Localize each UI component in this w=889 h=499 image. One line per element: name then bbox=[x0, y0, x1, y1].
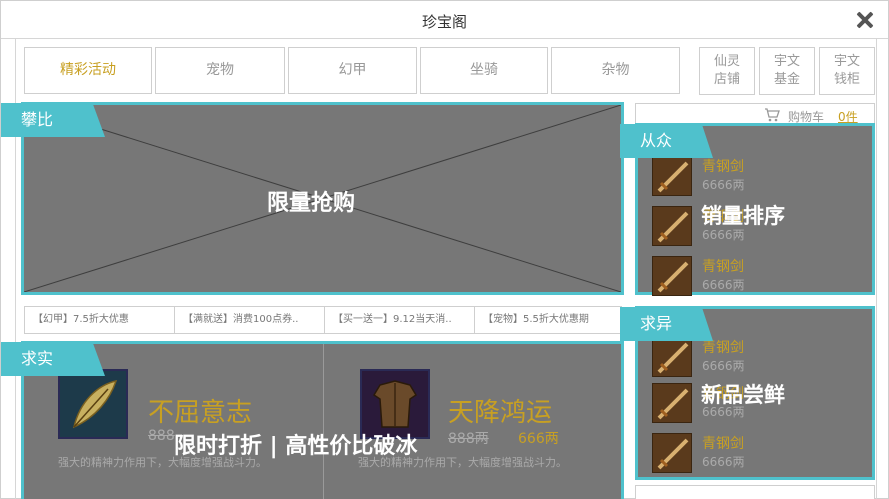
discount-panel: 不屈意志 888 强大的精神力作用下，大幅度增强战斗力。 天降鸿运 888两 6… bbox=[21, 341, 624, 499]
item-name: 青钢剑 bbox=[702, 259, 744, 275]
tab-armor[interactable]: 幻甲 bbox=[288, 47, 417, 94]
button-label-line1: 仙灵 bbox=[713, 54, 740, 69]
tab-pets[interactable]: 宠物 bbox=[155, 47, 285, 94]
item-price: 6666两 bbox=[702, 178, 745, 192]
tab-events[interactable]: 精彩活动 bbox=[24, 47, 152, 94]
sword-icon bbox=[652, 156, 692, 196]
spirit-shop-button[interactable]: 仙灵 店铺 bbox=[699, 47, 755, 95]
button-label-line2: 钱柜 bbox=[833, 72, 860, 87]
button-label-line2: 店铺 bbox=[713, 72, 740, 87]
list-item[interactable]: 青钢剑 6666两 bbox=[650, 335, 870, 379]
window-title: 珍宝阁 bbox=[421, 13, 467, 31]
news-item[interactable]: 【幻甲】7.5折大优惠 bbox=[25, 307, 175, 333]
deal-price: 666两 bbox=[518, 431, 559, 447]
yuwen-fund-button[interactable]: 宇文 基金 bbox=[759, 47, 815, 95]
treasure-pavilion-window: 珍宝阁 精彩活动 宠物 幻甲 坐骑 杂物 仙灵 店铺 宇文 基金 宇文 钱柜 限… bbox=[0, 0, 889, 499]
button-label-line1: 宇文 bbox=[773, 54, 800, 69]
deal-original-price: 888 bbox=[148, 428, 175, 444]
tab-label: 幻甲 bbox=[338, 62, 367, 78]
tab-mounts[interactable]: 坐骑 bbox=[420, 47, 548, 94]
news-item[interactable]: 【宠物】5.5折大优惠期 bbox=[475, 307, 621, 333]
news-strip: 【幻甲】7.5折大优惠 【满就送】消费100点券.. 【买一送一】9.12当天消… bbox=[24, 306, 622, 334]
flash-sale-overlay: 限量抢购 bbox=[267, 191, 356, 216]
list-item[interactable]: 青钢剑 6666两 bbox=[650, 431, 870, 475]
deal-original-price: 888两 bbox=[448, 431, 489, 447]
item-price: 6666两 bbox=[702, 455, 745, 469]
news-item[interactable]: 【满就送】消费100点券.. bbox=[175, 307, 325, 333]
cart-icon bbox=[765, 108, 780, 122]
discount-overlay: 限时打折 | 高性价比破冰 bbox=[174, 434, 418, 459]
item-name: 青钢剑 bbox=[702, 436, 744, 452]
feather-icon bbox=[58, 369, 128, 439]
new-items-ribbon: 求异 bbox=[620, 307, 713, 341]
bestseller-overlay: 销量排序 bbox=[701, 204, 785, 228]
button-label-line2: 基金 bbox=[773, 72, 800, 87]
button-label-line1: 宇文 bbox=[833, 54, 860, 69]
news-item[interactable]: 【买一送一】9.12当天消.. bbox=[325, 307, 475, 333]
close-icon[interactable] bbox=[854, 9, 876, 31]
new-items-overlay: 新品尝鲜 bbox=[701, 383, 785, 407]
item-price: 6666两 bbox=[702, 278, 745, 292]
tab-label: 精彩活动 bbox=[60, 62, 116, 78]
tab-misc[interactable]: 杂物 bbox=[551, 47, 680, 94]
discount-ribbon: 求实 bbox=[1, 342, 105, 376]
sword-icon bbox=[652, 337, 692, 377]
bestseller-ribbon: 从众 bbox=[620, 124, 713, 158]
sword-icon bbox=[652, 383, 692, 423]
list-item[interactable]: 青钢剑 6666两 bbox=[650, 254, 870, 298]
deal-card[interactable]: 天降鸿运 888两 666两 强大的精神力作用下，大幅度增强战斗力。 bbox=[324, 344, 621, 499]
deal-name: 不屈意志 bbox=[148, 398, 253, 428]
flash-sale-panel[interactable]: 限量抢购 bbox=[21, 102, 624, 295]
item-price: 6666两 bbox=[702, 359, 745, 373]
item-name: 青钢剑 bbox=[702, 159, 744, 175]
flash-sale-ribbon: 攀比 bbox=[1, 103, 105, 137]
bottom-panel bbox=[635, 485, 875, 499]
tab-label: 宠物 bbox=[206, 62, 234, 78]
deal-name: 天降鸿运 bbox=[448, 398, 553, 428]
tab-label: 杂物 bbox=[601, 62, 630, 78]
title-bar: 珍宝阁 bbox=[1, 1, 888, 39]
list-item[interactable]: 青钢剑 6666两 bbox=[650, 154, 870, 198]
yuwen-vault-button[interactable]: 宇文 钱柜 bbox=[819, 47, 875, 95]
sword-icon bbox=[652, 433, 692, 473]
tab-label: 坐骑 bbox=[470, 62, 498, 78]
sword-icon bbox=[652, 206, 692, 246]
sword-icon bbox=[652, 256, 692, 296]
